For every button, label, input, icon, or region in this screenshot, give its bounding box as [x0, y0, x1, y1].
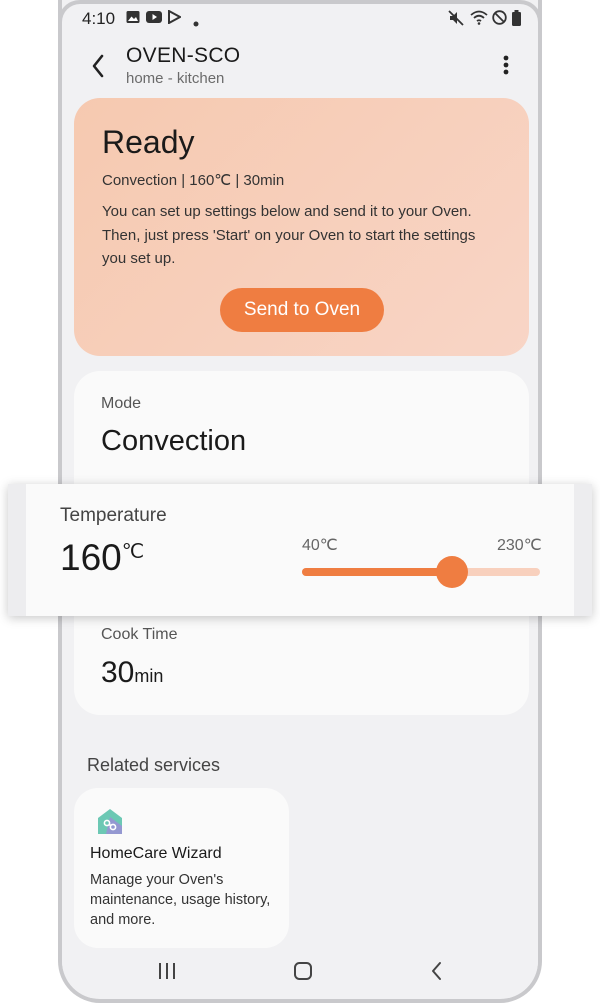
cook-time-value[interactable]: 30min: [101, 656, 163, 690]
mode-label: Mode: [101, 395, 142, 412]
related-services-title: Related services: [87, 755, 221, 775]
recent-apps-button[interactable]: [154, 960, 180, 982]
home-icon: [294, 962, 312, 980]
status-bar: 4:10: [62, 0, 538, 36]
cook-time-unit: min: [134, 666, 164, 686]
status-description: You can set up settings below and send i…: [102, 203, 476, 267]
page-title: OVEN-SCO: [126, 44, 241, 67]
slider-thumb[interactable]: [435, 556, 468, 588]
back-button[interactable]: [80, 46, 116, 86]
back-icon: [432, 962, 441, 980]
cook-time-number: 30: [101, 656, 135, 689]
temperature-value: 160℃: [60, 537, 144, 579]
slider-track-fill: [302, 568, 452, 576]
service-name: HomeCare Wizard: [90, 845, 222, 862]
service-description: Manage your Oven's maintenance, usage hi…: [90, 872, 271, 928]
back-nav-button[interactable]: [424, 960, 450, 982]
image-icon: [126, 10, 140, 29]
more-vertical-icon: [503, 55, 509, 75]
navigation-bar: [62, 948, 538, 998]
home-button[interactable]: [290, 960, 316, 982]
mode-value[interactable]: Convection: [101, 425, 246, 458]
mute-icon: [448, 10, 464, 31]
temperature-unit: ℃: [121, 541, 145, 563]
homecare-wizard-card[interactable]: HomeCare Wizard Manage your Oven's maint…: [74, 788, 289, 948]
panel-edge-right: [574, 484, 592, 616]
battery-icon: [512, 10, 521, 31]
page-subtitle: home - kitchen: [126, 70, 225, 87]
temperature-number: 160: [60, 537, 122, 578]
more-options-button[interactable]: [496, 50, 516, 80]
wifi-icon: [470, 10, 488, 30]
cook-time-label: Cook Time: [101, 626, 178, 643]
status-title: Ready: [102, 124, 195, 160]
status-time: 4:10: [82, 9, 116, 28]
temperature-slider[interactable]: [302, 556, 540, 588]
status-card: Ready Convection | 160℃ | 30min You can …: [74, 98, 529, 356]
temperature-min-label: 40℃: [302, 537, 338, 554]
panel-edge-left: [8, 484, 26, 616]
temperature-label: Temperature: [60, 505, 167, 526]
dot-icon: [193, 14, 199, 32]
youtube-icon: [146, 10, 162, 29]
status-summary: Convection | 160℃ | 30min: [102, 172, 285, 189]
homecare-icon: [96, 808, 124, 836]
app-header: OVEN-SCO home - kitchen: [62, 38, 538, 98]
recent-apps-icon: [159, 963, 175, 979]
do-not-disturb-icon: [492, 10, 507, 30]
play-store-icon: [168, 9, 183, 29]
temperature-panel: Temperature 160℃ 40℃ 230℃: [8, 484, 592, 616]
temperature-max-label: 230℃: [497, 537, 542, 554]
send-to-oven-button[interactable]: Send to Oven: [220, 288, 384, 332]
